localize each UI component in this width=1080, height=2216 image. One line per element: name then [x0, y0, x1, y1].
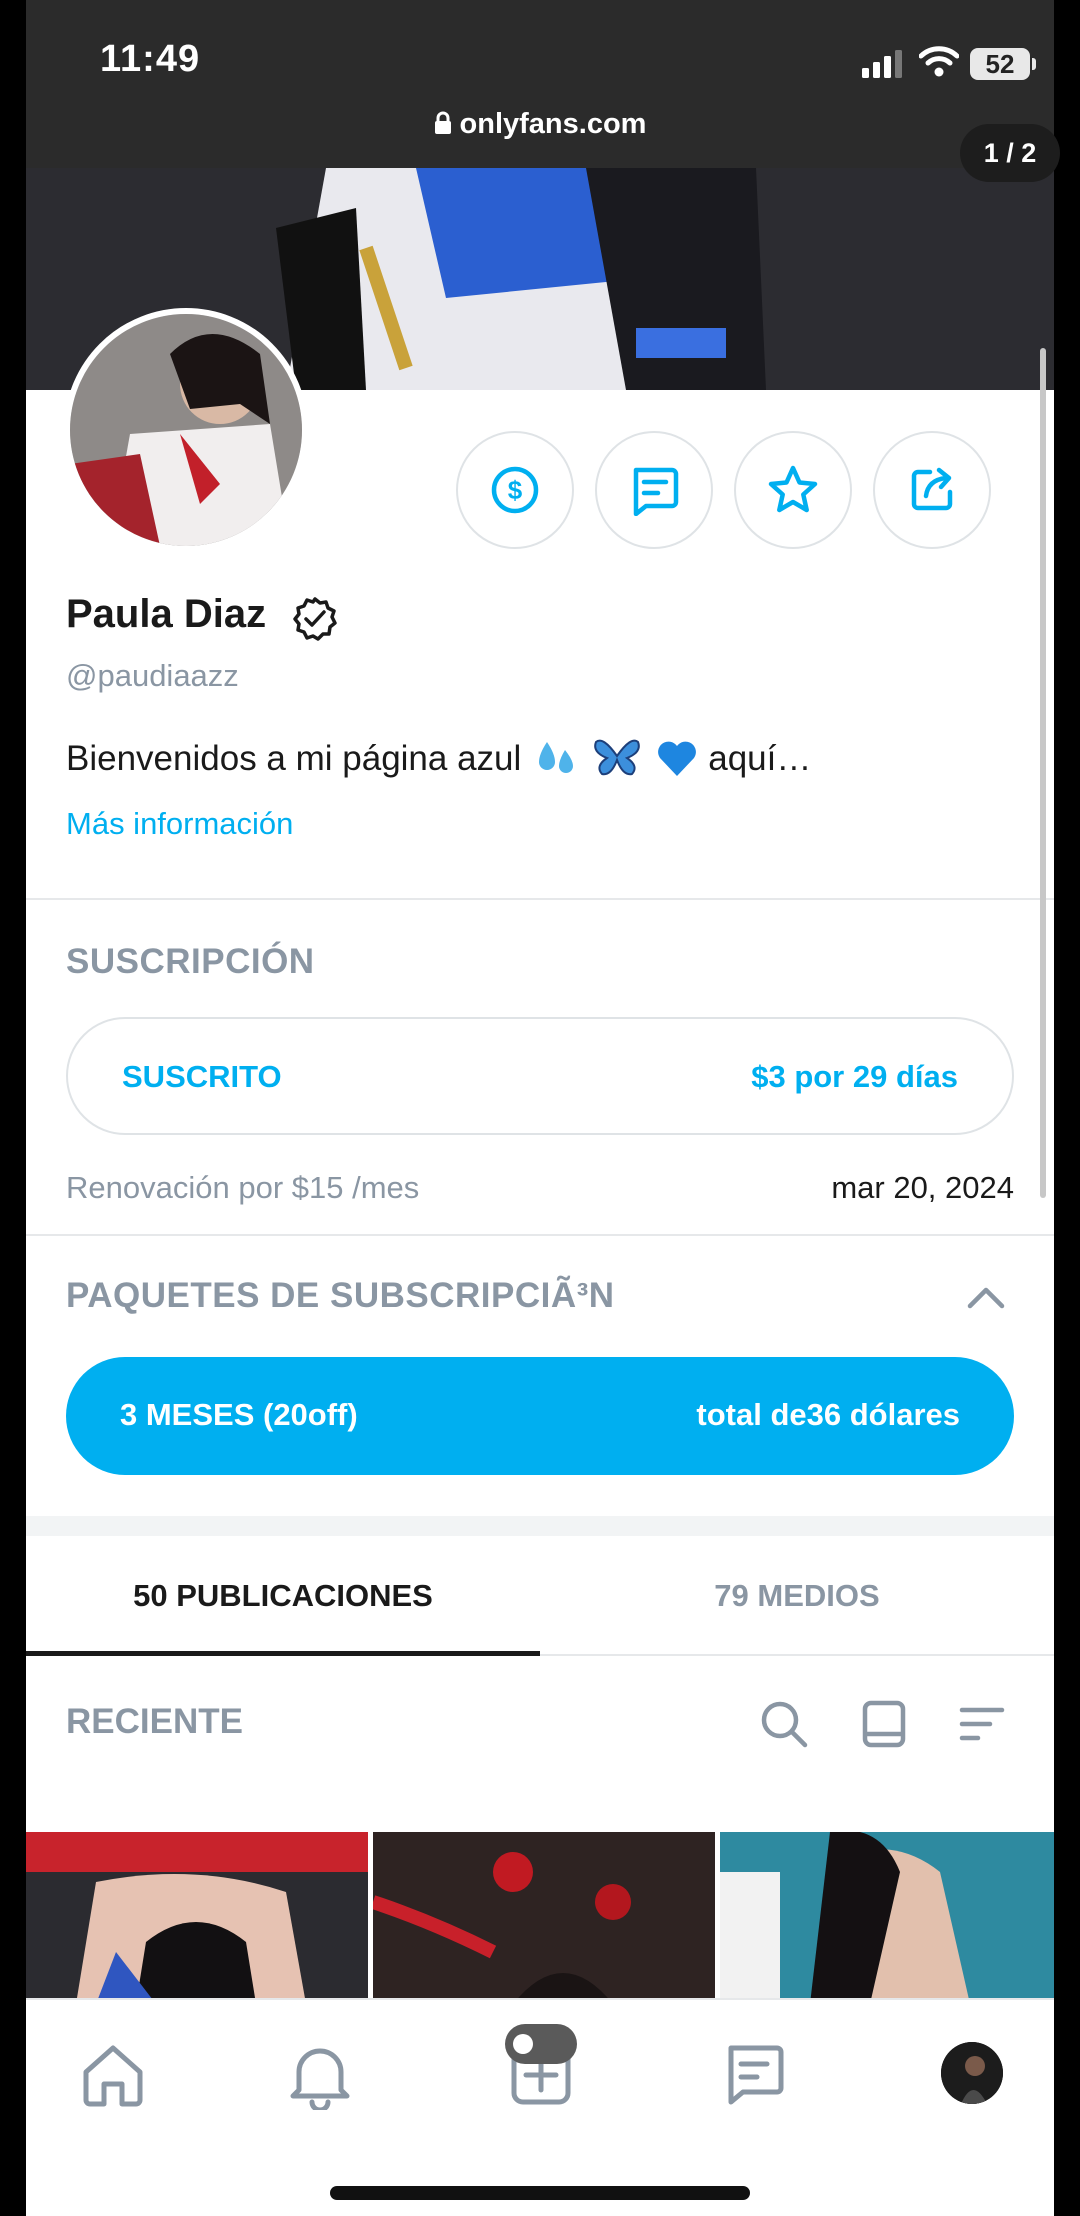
- scrollbar[interactable]: [1040, 348, 1046, 1198]
- verified-icon: [293, 597, 337, 641]
- post-thumbnail[interactable]: [373, 1832, 715, 2004]
- bio-text: Bienvenidos a mi página azul: [66, 739, 522, 778]
- tip-button[interactable]: $: [456, 431, 574, 549]
- share-icon: [911, 467, 953, 511]
- home-icon[interactable]: [78, 2040, 148, 2110]
- renewal-text: Renovación por $15 /mes: [66, 1170, 420, 1205]
- butterfly-icon: [593, 739, 640, 776]
- layout-icon[interactable]: [858, 1698, 910, 1750]
- bottom-navigation: [26, 1998, 1054, 2216]
- url-bar[interactable]: onlyfans.com: [0, 108, 1080, 141]
- profile-name: Paula Diaz: [66, 592, 267, 636]
- subscription-heading: SUSCRIPCIÓN: [66, 942, 315, 981]
- messages-icon[interactable]: [719, 2040, 789, 2110]
- renewal-date: mar 20, 2024: [831, 1170, 1014, 1205]
- bundle-price: total de36 dólares: [696, 1397, 960, 1432]
- profile-page: $ Paula Diaz @paudiaazz Bienvenidos a mi…: [26, 168, 1054, 2216]
- page-counter: 1 / 2: [960, 124, 1060, 182]
- tab-media[interactable]: 79 MEDIOS: [540, 1536, 1054, 1656]
- signal-icon: [862, 50, 902, 78]
- blue-heart-icon: [657, 741, 696, 776]
- svg-text:$: $: [508, 475, 523, 505]
- section-gap: [26, 1516, 1054, 1536]
- share-button[interactable]: [873, 431, 991, 549]
- divider: [26, 898, 1054, 900]
- subscription-price: $3 por 29 días: [751, 1059, 958, 1094]
- lock-icon: [434, 111, 451, 134]
- profile-bio: Bienvenidos a mi página azul aquí…: [66, 736, 811, 779]
- phone-screen: 11:49 52 onlyfans.com $ Paula Diaz @paud…: [0, 0, 1080, 2216]
- avatar[interactable]: [941, 2042, 1003, 2104]
- star-icon: [768, 465, 818, 513]
- profile-handle: @paudiaazz: [66, 658, 239, 693]
- battery-tip: [1032, 58, 1036, 70]
- subscribed-button[interactable]: SUSCRITO $3 por 29 días: [66, 1017, 1014, 1135]
- browser-chrome: 11:49 52: [26, 0, 1054, 168]
- url-text: onlyfans.com: [459, 108, 647, 140]
- more-info-link[interactable]: Más información: [66, 806, 293, 842]
- profile-avatar[interactable]: [64, 308, 308, 552]
- bundles-heading: PAQUETES DE SUBSCRIPCIÃ³N: [66, 1276, 615, 1315]
- post-thumbnail[interactable]: [720, 1832, 1054, 2004]
- search-icon[interactable]: [758, 1698, 810, 1750]
- message-button[interactable]: [595, 431, 713, 549]
- toggle-knob: [513, 2034, 533, 2054]
- chevron-up-icon[interactable]: [964, 1282, 1008, 1312]
- sweat-droplets-icon: [539, 742, 574, 773]
- status-time: 11:49: [100, 38, 201, 80]
- post-thumbnail[interactable]: [26, 1832, 368, 2004]
- sort-icon[interactable]: [956, 1698, 1008, 1750]
- bio-tail: aquí…: [708, 739, 812, 778]
- dollar-icon: $: [491, 466, 539, 514]
- toggle-overlay[interactable]: [505, 2024, 577, 2064]
- tab-posts[interactable]: 50 PUBLICACIONES: [26, 1536, 540, 1656]
- bundle-label: 3 MESES (20off): [120, 1397, 358, 1432]
- bundle-button[interactable]: 3 MESES (20off) total de36 dólares: [66, 1357, 1014, 1475]
- wifi-icon: [919, 46, 959, 77]
- favorite-button[interactable]: [734, 431, 852, 549]
- sort-label: RECIENTE: [66, 1702, 243, 1741]
- message-icon: [633, 467, 679, 516]
- battery-indicator: 52: [970, 48, 1030, 80]
- home-indicator[interactable]: [330, 2186, 750, 2200]
- subscription-status: SUSCRITO: [122, 1059, 282, 1094]
- divider: [26, 1234, 1054, 1236]
- bell-icon[interactable]: [285, 2040, 355, 2110]
